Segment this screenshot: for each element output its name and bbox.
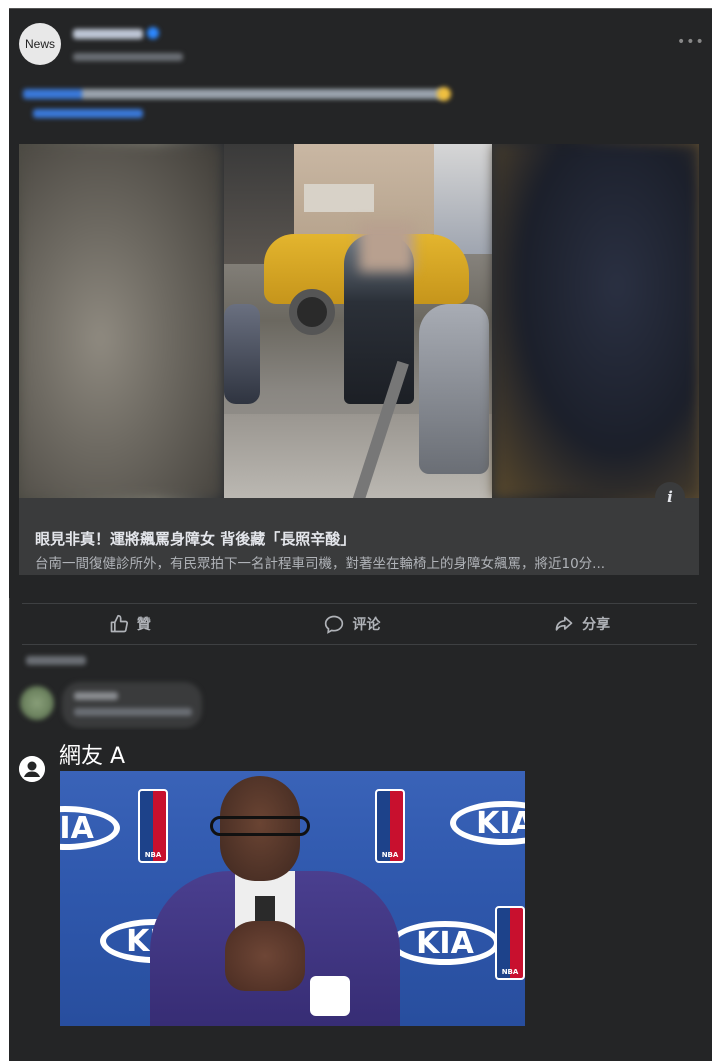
kia-logo: KIA — [60, 806, 120, 850]
verified-icon — [147, 27, 159, 39]
reply-section: 網友 A KIA KIA KIA KIA NBA NBA NBA — [9, 730, 712, 1061]
microphone — [310, 976, 350, 1016]
nba-logo-text: NBA — [501, 968, 519, 976]
post-header: News ••• — [19, 21, 709, 121]
speaker-glasses — [210, 816, 310, 836]
video-wheel — [289, 289, 335, 335]
nba-logo: NBA — [375, 789, 405, 863]
commenter-avatar[interactable] — [20, 686, 54, 720]
comment-bubble — [62, 682, 202, 728]
info-icon[interactable]: i — [655, 482, 685, 512]
user-icon — [19, 756, 45, 782]
share-arrow-icon — [555, 616, 573, 631]
comment-sort-redacted[interactable] — [26, 656, 86, 665]
link-title[interactable]: 眼見非真！運將飆罵身障女 背後藏「長照辛酸」 — [35, 528, 685, 550]
post-hashtags-redacted[interactable] — [33, 109, 143, 118]
video-thumbnail[interactable] — [19, 144, 699, 498]
thumbs-up-icon — [110, 614, 128, 633]
like-button[interactable]: 贊 — [69, 604, 191, 644]
kia-logo: KIA — [390, 921, 500, 965]
video-scooter — [224, 304, 260, 404]
reply-user-name[interactable]: 網友 A — [59, 738, 125, 769]
emoji-icon — [437, 87, 451, 101]
video-blur-left — [19, 144, 222, 498]
commenter-name-redacted[interactable] — [74, 692, 118, 700]
post-text-redacted — [23, 89, 443, 99]
video-blur-right — [494, 144, 699, 498]
nba-logo-text: NBA — [381, 851, 399, 859]
nba-logo: NBA — [138, 789, 168, 863]
page-name-redacted[interactable] — [73, 29, 143, 39]
post-card: News ••• i 眼見非真！運將飆罵身障女 背後藏「長照辛酸」 台南一間復健… — [9, 8, 712, 598]
video-frame — [224, 144, 492, 498]
like-label: 贊 — [136, 617, 151, 633]
kia-logo: KIA — [450, 801, 525, 845]
reaction-image: KIA KIA KIA KIA NBA NBA NBA — [60, 771, 525, 1026]
speech-bubble-icon — [325, 615, 344, 634]
page-avatar[interactable]: News — [19, 23, 61, 65]
video-face-blur — [359, 222, 414, 272]
speaker-hands — [225, 921, 305, 991]
video-sign — [304, 184, 374, 212]
share-label: 分享 — [582, 617, 611, 633]
share-button[interactable]: 分享 — [514, 604, 650, 644]
video-scooter — [419, 304, 489, 474]
nba-logo-text: NBA — [144, 851, 162, 859]
comment-label: 评论 — [352, 617, 381, 633]
action-bar: 贊 评论 分享 — [22, 603, 697, 645]
nba-logo: NBA — [495, 906, 525, 980]
link-description: 台南一間復健診所外，有民眾拍下一名計程車司機，對著坐在輪椅上的身障女飆罵，將近1… — [35, 556, 606, 572]
comment-button[interactable]: 评论 — [284, 604, 420, 644]
more-icon[interactable]: ••• — [677, 35, 704, 49]
comment-text-redacted — [74, 708, 192, 716]
link-preview[interactable]: i 眼見非真！運將飆罵身障女 背後藏「長照辛酸」 台南一間復健診所外，有民眾拍下… — [19, 482, 699, 575]
post-meta-redacted — [73, 53, 183, 61]
